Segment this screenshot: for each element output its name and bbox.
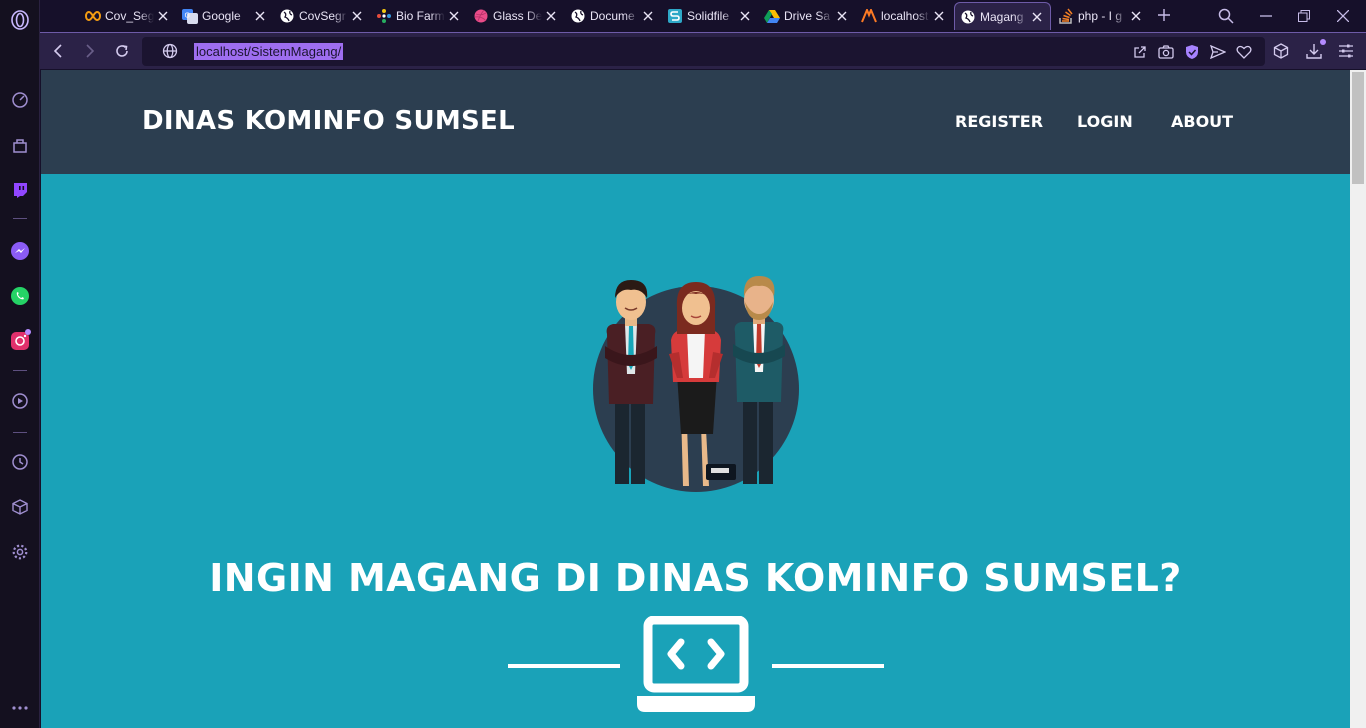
tab-title: localhost: [881, 9, 929, 23]
tab-title: Drive Sa: [784, 9, 831, 23]
history-icon[interactable]: [8, 450, 32, 474]
close-icon[interactable]: [833, 11, 851, 21]
shopping-icon[interactable]: [8, 133, 32, 157]
sidebar-separator: [13, 370, 27, 371]
hero-title: INGIN MAGANG DI DINAS KOMINFO SUMSEL?: [209, 556, 1182, 600]
vpn-shield-icon[interactable]: [1184, 44, 1200, 60]
nav-register-link[interactable]: REGISTER: [955, 112, 1043, 131]
divider-right: [772, 664, 884, 668]
url-text[interactable]: localhost/SistemMagang/: [194, 43, 344, 60]
tab-title: Cov_Seg: [105, 9, 154, 23]
close-icon[interactable]: [930, 11, 948, 21]
browser-toolbar: localhost/SistemMagang/: [40, 32, 1366, 69]
twitch-icon[interactable]: [8, 178, 32, 202]
scrollbar-thumb[interactable]: [1352, 72, 1364, 184]
tab-title: CovSegr: [299, 9, 346, 23]
tab-title: Glass De: [493, 9, 542, 23]
nav-login-link[interactable]: LOGIN: [1077, 112, 1133, 131]
dribbble-icon: [473, 8, 489, 24]
sidebar-separator: [13, 218, 27, 219]
site-header: DINAS KOMINFO SUMSEL REGISTER LOGIN ABOU…: [41, 70, 1350, 174]
opera-logo-icon[interactable]: [8, 8, 32, 32]
reload-icon[interactable]: [112, 41, 132, 61]
opera-sidebar: [0, 0, 40, 728]
page-scrollbar[interactable]: [1350, 70, 1366, 728]
more-options-icon[interactable]: [8, 696, 32, 720]
globe-icon: [960, 9, 976, 25]
tab-title: Solidfile: [687, 9, 730, 23]
extensions-cube-icon[interactable]: [1272, 42, 1290, 60]
tab-cov-seg[interactable]: Cov_Seg: [80, 2, 176, 30]
tab-title: Google: [202, 9, 241, 23]
close-icon[interactable]: [1127, 11, 1145, 21]
nav-about-link[interactable]: ABOUT: [1171, 112, 1233, 131]
close-icon[interactable]: [445, 11, 463, 21]
laptop-code-icon: [637, 616, 755, 712]
svg-text:G: G: [185, 12, 190, 20]
heart-bookmark-icon[interactable]: [1236, 44, 1252, 60]
send-icon[interactable]: [1210, 44, 1226, 60]
google-drive-icon: [764, 8, 780, 24]
xampp-icon: [861, 8, 877, 24]
minimize-icon[interactable]: [1255, 5, 1277, 27]
divider-left: [508, 664, 620, 668]
easy-setup-icon[interactable]: [1337, 42, 1355, 60]
sidebar-separator: [13, 432, 27, 433]
settings-gear-icon[interactable]: [8, 540, 32, 564]
speed-dial-icon[interactable]: [8, 88, 32, 112]
close-icon[interactable]: [542, 11, 560, 21]
tab-title: Bio Farm: [396, 9, 445, 23]
infinity-icon: [85, 8, 101, 24]
download-badge-dot: [1320, 39, 1326, 45]
site-brand[interactable]: DINAS KOMINFO SUMSEL: [142, 106, 515, 136]
close-icon[interactable]: [1028, 12, 1046, 22]
page-viewport: DINAS KOMINFO SUMSEL REGISTER LOGIN ABOU…: [41, 70, 1350, 728]
tab-magang[interactable]: Magang: [954, 2, 1051, 30]
player-icon[interactable]: [8, 389, 32, 413]
team-avatar-illustration: [593, 276, 799, 492]
share-icon[interactable]: [1132, 44, 1148, 60]
tab-php[interactable]: php - I g: [1053, 2, 1149, 30]
address-bar[interactable]: localhost/SistemMagang/: [142, 37, 1265, 66]
tab-title: Magang: [980, 9, 1024, 24]
tab-bio-farma[interactable]: Bio Farm: [371, 2, 467, 30]
tab-covsegr[interactable]: CovSegr: [274, 2, 370, 30]
close-icon[interactable]: [639, 11, 657, 21]
bio-farma-icon: [376, 8, 392, 24]
search-tabs-icon[interactable]: [1215, 5, 1237, 27]
back-icon[interactable]: [48, 41, 68, 61]
stackoverflow-icon: [1058, 8, 1074, 24]
tab-title: php - I g: [1078, 9, 1123, 23]
solidfiles-icon: [667, 8, 683, 24]
extensions-cube-icon[interactable]: [8, 495, 32, 519]
close-icon[interactable]: [154, 11, 172, 21]
close-window-icon[interactable]: [1332, 5, 1354, 27]
messenger-icon[interactable]: [8, 239, 32, 263]
tab-drive[interactable]: Drive Sa: [759, 2, 855, 30]
new-tab-plus-icon[interactable]: [1154, 5, 1174, 25]
close-icon[interactable]: [251, 11, 269, 21]
forward-icon[interactable]: [80, 41, 100, 61]
site-info-globe-icon[interactable]: [162, 43, 178, 59]
tab-document[interactable]: Docume: [565, 2, 661, 30]
google-translate-icon: G: [182, 8, 198, 24]
close-icon[interactable]: [736, 11, 754, 21]
tab-solidfiles[interactable]: Solidfile: [662, 2, 758, 30]
tab-localhost[interactable]: localhost: [856, 2, 952, 30]
restore-icon[interactable]: [1293, 5, 1315, 27]
tab-glass-de[interactable]: Glass De: [468, 2, 564, 30]
tab-google[interactable]: G Google: [177, 2, 273, 30]
globe-icon: [570, 8, 586, 24]
notification-dot: [25, 329, 31, 335]
whatsapp-icon[interactable]: [8, 284, 32, 308]
camera-snapshot-icon[interactable]: [1158, 44, 1174, 60]
instagram-icon[interactable]: [8, 329, 32, 353]
globe-icon: [279, 8, 295, 24]
tab-strip: Cov_Seg G Google CovSegr Bio Farm Glass …: [40, 0, 1366, 32]
tab-title: Docume: [590, 9, 635, 23]
downloads-icon[interactable]: [1305, 39, 1326, 60]
close-icon[interactable]: [348, 11, 366, 21]
